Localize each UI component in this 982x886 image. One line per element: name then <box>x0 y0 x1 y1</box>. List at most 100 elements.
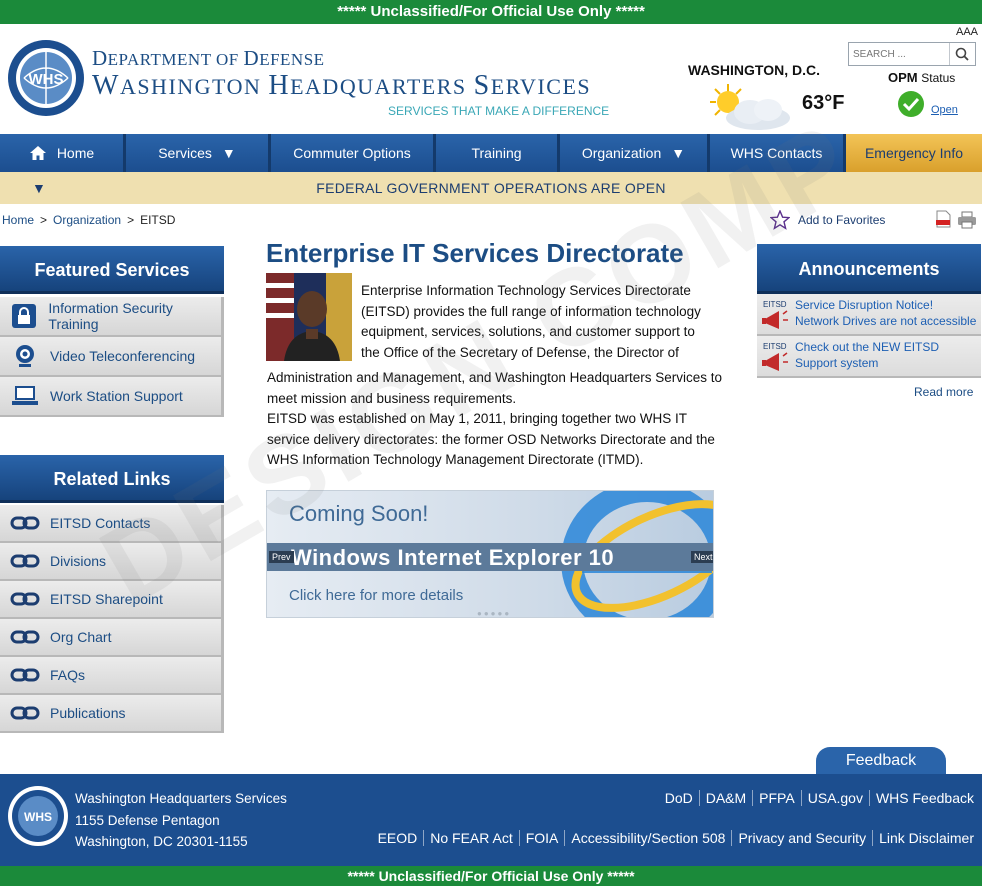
related-link-eitsd-sharepoint[interactable]: EITSD Sharepoint <box>0 581 224 619</box>
chain-link-icon <box>10 592 40 606</box>
banner-pager-dots[interactable]: ●●●●● <box>477 609 511 617</box>
add-to-favorites[interactable]: Add to Favorites <box>770 210 885 230</box>
breadcrumb-home[interactable]: Home <box>2 213 34 227</box>
footer-link-pfpa[interactable]: PFPA <box>752 790 801 806</box>
search-input[interactable] <box>849 44 949 64</box>
banner-coming-soon: Coming Soon! <box>289 501 429 526</box>
banner-next-button[interactable]: Next <box>691 551 713 563</box>
director-photo <box>266 273 352 361</box>
dept-rest2: EFENSE <box>259 50 325 69</box>
featured-item-info-security[interactable]: Information Security Training <box>0 297 224 337</box>
featured-item-work-station[interactable]: Work Station Support <box>0 377 224 417</box>
nav-item-commuter-options[interactable]: Commuter Options <box>271 134 436 172</box>
operations-status-bar: ▼ FEDERAL GOVERNMENT OPERATIONS ARE OPEN <box>0 172 982 204</box>
main-nav: Home Services ▼ Commuter Options Training Org… <box>0 134 982 172</box>
related-link-eitsd-contacts[interactable]: EITSD Contacts <box>0 505 224 543</box>
related-link-faqs[interactable]: FAQs <box>0 657 224 695</box>
announcement-item[interactable]: EITSD Service Disruption Notice! Network … <box>757 294 981 336</box>
related-links-heading: Related Links <box>0 455 224 503</box>
footer-address-line: 1155 Defense Pentagon <box>75 812 220 828</box>
seal-text: WHS <box>29 71 64 88</box>
chevron-down-icon: ▼ <box>221 145 236 161</box>
partly-cloudy-icon <box>710 84 790 130</box>
announcement-line1: Check out the NEW EITSD <box>795 340 940 354</box>
footer-link-privacy-and-security[interactable]: Privacy and Security <box>731 830 872 846</box>
lock-icon <box>12 304 37 328</box>
footer-address: Washington Headquarters Services 1155 De… <box>75 788 287 853</box>
whs-seal-icon[interactable]: WHS <box>6 38 86 118</box>
home-icon <box>29 146 46 160</box>
breadcrumb-organization[interactable]: Organization <box>53 213 121 227</box>
featured-item-video-teleconferencing[interactable]: Video Teleconferencing <box>0 337 224 377</box>
featured-item-label: Work Station Support <box>50 388 183 404</box>
promo-banner[interactable]: Coming Soon! Windows Internet Explorer 1… <box>266 490 714 618</box>
nav-item-training[interactable]: Training <box>436 134 560 172</box>
site-name: WASHINGTON HEADQUARTERS SERVICES <box>92 70 591 102</box>
intro-continuation: Administration and Management, and Washi… <box>267 368 727 471</box>
classification-banner-bottom: ***** Unclassified/For Official Use Only… <box>0 866 982 886</box>
whs-cap1: W <box>92 70 120 101</box>
pdf-icon[interactable] <box>934 210 952 228</box>
announcement-item[interactable]: EITSD Check out the NEW EITSD Support sys… <box>757 336 981 378</box>
banner-prev-button[interactable]: Prev <box>269 551 294 563</box>
chain-link-icon <box>10 516 40 530</box>
announcement-line2: Support system <box>795 356 879 370</box>
related-link-org-chart[interactable]: Org Chart <box>0 619 224 657</box>
nav-item-label: Home <box>56 145 95 161</box>
opm-status-label: OPM Status <box>888 70 955 85</box>
nav-item-label: Training <box>471 145 522 161</box>
footer-link-link-disclaimer[interactable]: Link Disclaimer <box>872 830 980 846</box>
footer-links-row2: EEOD No FEAR Act FOIA Accessibility/Section… <box>372 830 980 846</box>
nav-item-services[interactable]: Services ▼ <box>126 134 271 172</box>
chevron-down-icon[interactable]: ▼ <box>32 172 46 204</box>
chain-link-icon <box>10 706 40 720</box>
nav-item-label: Commuter Options <box>293 145 411 161</box>
history-paragraph: EITSD was established on May 1, 2011, br… <box>267 411 715 468</box>
related-link-label: EITSD Contacts <box>50 515 151 531</box>
whs-cap3: S <box>473 70 491 101</box>
read-more-link[interactable]: Read more <box>914 385 973 399</box>
nav-item-organization[interactable]: Organization ▼ <box>560 134 710 172</box>
site-header: WHS DEPARTMENT OF DEFENSE WASHINGTON HEA… <box>0 24 982 134</box>
feedback-button[interactable]: Feedback <box>816 747 946 777</box>
star-icon <box>770 210 790 230</box>
breadcrumb-sep: > <box>127 213 135 227</box>
whs-rest3: ERVICES <box>490 74 592 99</box>
banner-details-link[interactable]: Click here for more details <box>289 587 463 604</box>
footer-link-dod[interactable]: DoD <box>659 790 699 806</box>
search-button[interactable] <box>949 43 973 65</box>
print-icon[interactable] <box>957 211 977 229</box>
breadcrumb-current: EITSD <box>140 213 176 227</box>
chain-link-icon <box>10 668 40 682</box>
footer-link-da-m[interactable]: DA&M <box>698 790 752 806</box>
related-link-label: FAQs <box>50 667 86 683</box>
footer-link-eeod[interactable]: EEOD <box>372 830 424 846</box>
footer-link-foia[interactable]: FOIA <box>518 830 565 846</box>
nav-item-whs-contacts[interactable]: WHS Contacts <box>710 134 846 172</box>
nav-item-emergency-info[interactable]: Emergency Info <box>846 134 982 172</box>
dept-cap2: D <box>243 46 260 70</box>
opm-label: OPM <box>888 70 918 85</box>
footer-links-row1: DoD DA&M PFPA USA.gov WHS Feedback <box>659 790 980 806</box>
breadcrumb-sep: > <box>40 213 48 227</box>
related-link-publications[interactable]: Publications <box>0 695 224 733</box>
related-link-divisions[interactable]: Divisions <box>0 543 224 581</box>
whs-seal-icon: WHS <box>8 786 68 846</box>
nav-item-home[interactable]: Home <box>0 134 126 172</box>
opm-status-value[interactable]: Open <box>931 104 958 116</box>
footer-address-line: Washington Headquarters Services <box>75 791 287 806</box>
webcam-icon <box>16 345 34 367</box>
intro-continuation-text: Administration and Management, and Washi… <box>267 370 722 406</box>
chain-link-icon <box>10 630 40 644</box>
footer-link-usa-gov[interactable]: USA.gov <box>800 790 869 806</box>
announcement-line1: Service Disruption Notice! <box>795 298 934 312</box>
footer-link-whs-feedback[interactable]: WHS Feedback <box>868 790 980 806</box>
nav-item-label: Organization <box>581 145 662 161</box>
weather-city: WASHINGTON, D.C. <box>688 62 820 78</box>
nav-item-label: Emergency Info <box>864 145 964 161</box>
announcements-heading: Announcements <box>757 244 981 294</box>
footer-link-no-fear-act[interactable]: No FEAR Act <box>423 830 518 846</box>
nav-item-label: Services <box>158 145 212 161</box>
footer-link-accessibility-section-508[interactable]: Accessibility/Section 508 <box>564 830 731 846</box>
text-size-control[interactable]: AAA <box>956 26 978 38</box>
